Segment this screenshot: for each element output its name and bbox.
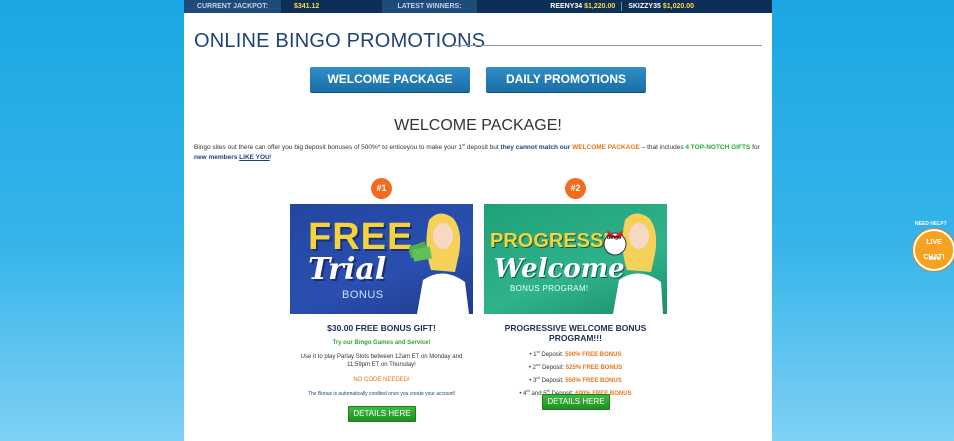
list-item: • 1st Deposit: 500% FREE BONUS [529, 349, 622, 358]
ticker-divider [621, 1, 623, 11]
jackpot-ticker: CURRENT JACKPOT: $341.12 LATEST WINNERS:… [184, 0, 772, 13]
live-chat-button[interactable]: LIVE CHAT! [913, 229, 954, 271]
promo-number-badge: #1 [371, 178, 392, 199]
promo-body: Use it to play Parlay Slots between 12am… [300, 354, 463, 368]
intro-part: they cannot match our [500, 144, 573, 152]
jackpot-label: CURRENT JACKPOT: [184, 0, 281, 13]
main-content: CURRENT JACKPOT: $341.12 LATEST WINNERS:… [184, 0, 772, 441]
banner-subtitle: BONUS PROGRAM! [510, 284, 589, 293]
chat-dots-icon [927, 247, 941, 260]
promo-tagline: Try our Bingo Games and Service! [332, 340, 431, 346]
winner-name: REENY34 [550, 3, 583, 10]
intro-part: deposit but [465, 144, 501, 152]
bingo-ball-label: Bingo [606, 235, 622, 241]
intro-part: for [750, 144, 760, 152]
live-chat-label: CHAT! [923, 254, 945, 261]
need-help-label: NEED HELP? [915, 221, 947, 227]
free-trial-banner[interactable]: FREE Trial BONUS [290, 204, 473, 314]
deposit-bonus: 550% FREE BONUS [565, 378, 622, 384]
page-title: ONLINE BINGO PROMOTIONS [194, 30, 486, 52]
details-button[interactable]: DETAILS HERE [348, 406, 416, 422]
promo-fine-print: The Bonus is automatically credited once… [307, 391, 456, 397]
deposit-bonus: 525% FREE BONUS [565, 365, 623, 371]
tab-daily-promotions[interactable]: DAILY PROMOTIONS [486, 67, 646, 92]
promo-number-badge: #2 [565, 178, 586, 199]
intro-highlight: WELCOME PACKAGE [572, 144, 640, 152]
details-button[interactable]: DETAILS HERE [542, 394, 610, 410]
intro-part: Bingo sites out there can offer you big … [194, 144, 462, 152]
promo-code-note: NO CODE NEEDED! [353, 377, 410, 383]
deposit-bonus-list: • 1st Deposit: 500% FREE BONUS • 2nd Dep… [484, 347, 667, 399]
deposit-label: Deposit: [540, 365, 566, 371]
winners-list: REENY34 $1,220.00 SKIZZY35 $1,020.00 [550, 0, 694, 13]
winners-label: LATEST WINNERS: [382, 0, 477, 13]
deposit-label: Deposit: [539, 378, 566, 384]
deposit-bonus: 500% FREE BONUS [565, 352, 622, 358]
section-heading: WELCOME PACKAGE! [394, 117, 562, 134]
intro-part: ! [269, 154, 272, 162]
live-chat-label: LIVE [926, 239, 942, 246]
winner-amount: $1,020.00 [662, 3, 694, 10]
jackpot-value: $341.12 [294, 3, 320, 10]
title-rule [454, 45, 762, 46]
promo-title: PROGRESSIVE WELCOME BONUS PROGRAM!!! [504, 323, 647, 343]
list-item: • 2nd Deposit: 525% FREE BONUS [528, 362, 623, 371]
intro-part: new members [194, 154, 240, 162]
intro-text: Bingo sites out there can offer you big … [194, 140, 764, 163]
like-you-link[interactable]: LIKE YOU [239, 154, 270, 161]
hostess-illustration-icon [603, 213, 663, 314]
promo-title: $30.00 FREE BONUS GIFT! [327, 323, 436, 333]
intro-highlight: 4 TOP-NOTCH GIFTS [685, 144, 751, 152]
banner-script: Trial [308, 252, 387, 287]
progressive-welcome-banner[interactable]: PROGRESSIVE Welcome BONUS PROGRAM! Bingo [484, 204, 667, 314]
deposit-label: Deposit: [539, 352, 566, 358]
hostess-illustration-icon [409, 213, 469, 314]
winner-amount: $1,220.00 [584, 3, 616, 10]
list-item: • 3rd Deposit: 550% FREE BONUS [529, 375, 622, 384]
tab-welcome-package[interactable]: WELCOME PACKAGE [310, 67, 470, 92]
winner-name: SKIZZY35 [628, 3, 661, 10]
banner-subtitle: BONUS [342, 289, 384, 301]
intro-part: – that includes [639, 144, 686, 152]
